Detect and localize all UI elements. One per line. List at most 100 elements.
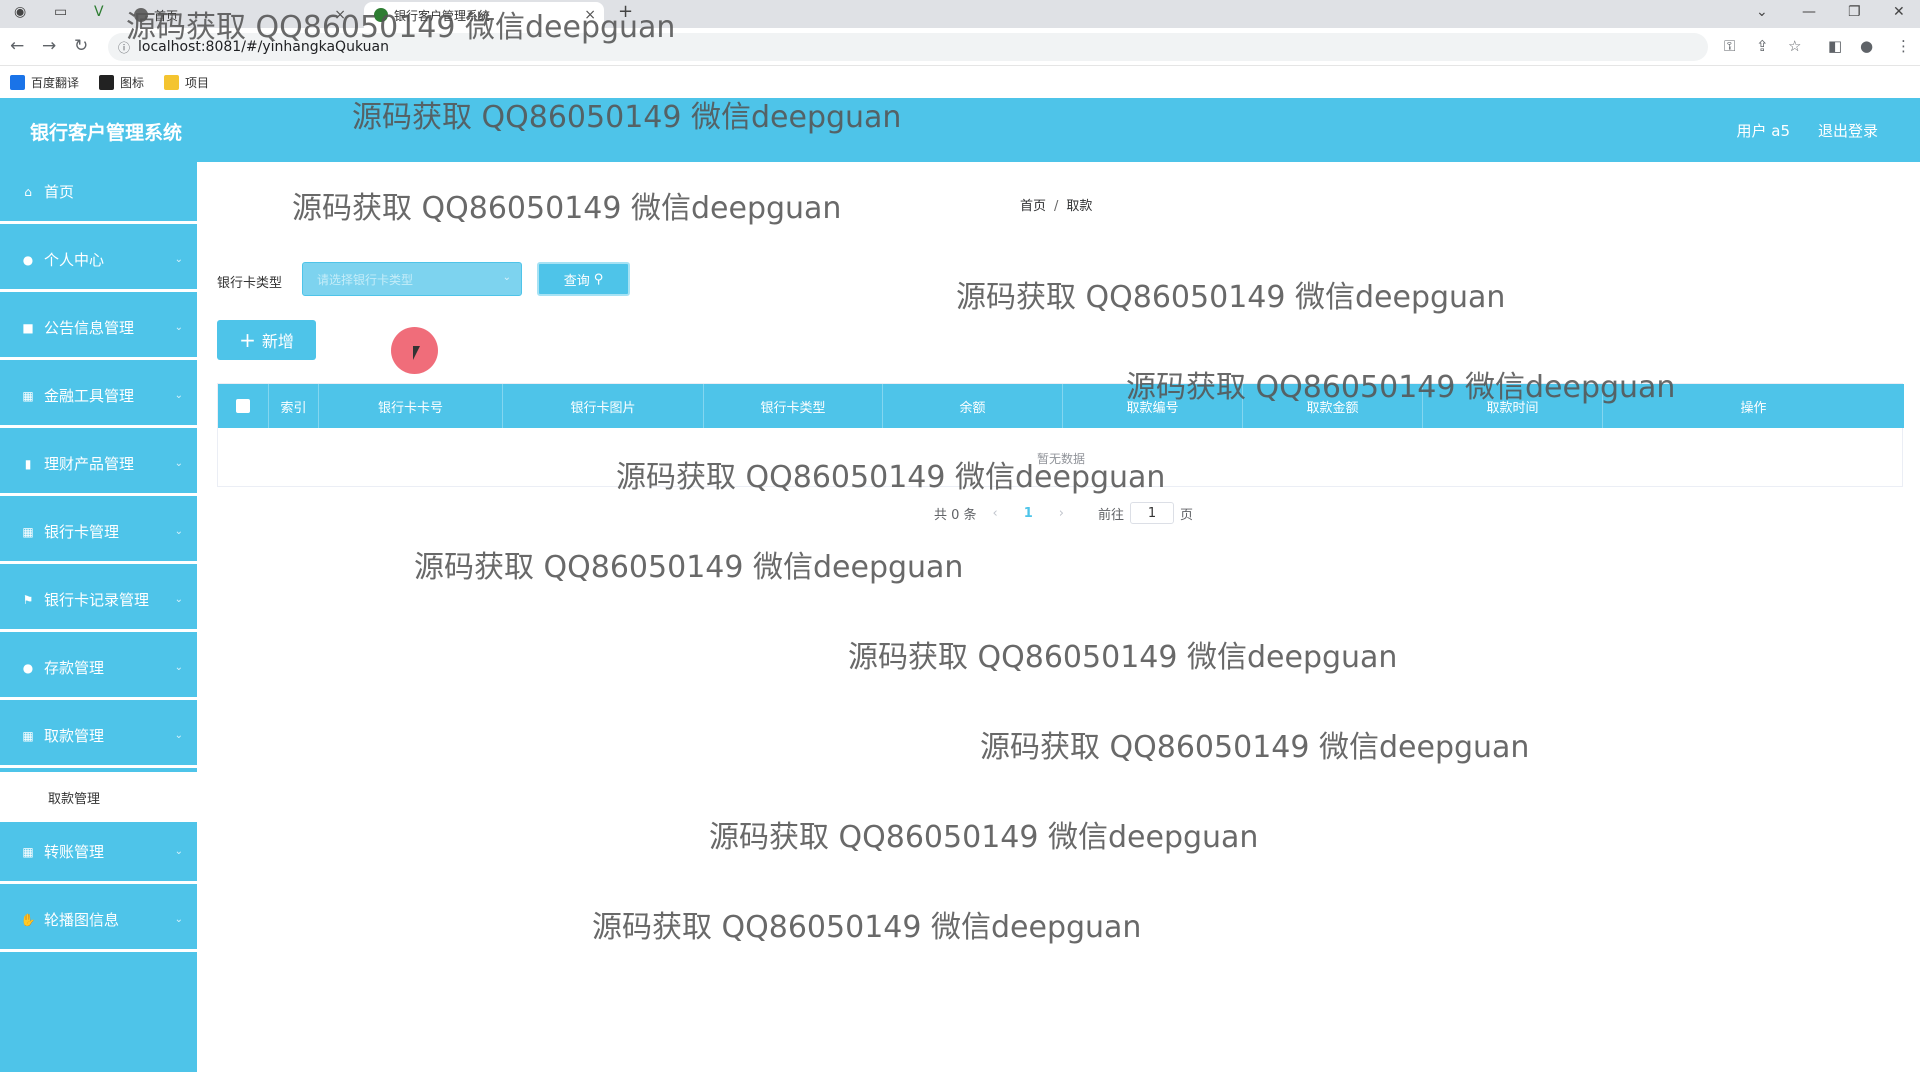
sidebar-item-personal-center[interactable]: ● 个人中心 ⌄ — [0, 230, 197, 292]
watermark-text: 源码获取 QQ86050149 微信deepguan — [956, 280, 1506, 315]
checkbox[interactable] — [236, 399, 250, 413]
bookmark-baidu-translate[interactable]: 百度翻译 — [10, 74, 79, 91]
vue-icon[interactable]: V — [94, 4, 104, 20]
watermark-text: 源码获取 QQ86050149 微信deepguan — [980, 730, 1530, 765]
sidebar-item-carousel[interactable]: ✋ 轮播图信息 ⌄ — [0, 890, 197, 952]
more-menu-icon[interactable]: ⋮ — [1896, 37, 1911, 55]
column-header: 银行卡类型 — [704, 384, 883, 428]
goto-page-input[interactable]: 1 — [1130, 502, 1175, 524]
plus-icon: + — [239, 328, 256, 352]
watermark-text: 源码获取 QQ86050149 微信deepguan — [709, 820, 1259, 855]
chevron-down-icon: ⌄ — [174, 914, 183, 925]
sidebar-item-wealth-products[interactable]: ▮ 理财产品管理 ⌄ — [0, 434, 197, 496]
back-icon[interactable]: ← — [10, 36, 24, 56]
watermark-text: 源码获取 QQ86050149 微信deepguan — [126, 10, 676, 45]
watermark-text: 源码获取 QQ86050149 微信deepguan — [848, 640, 1398, 675]
breadcrumb: 首页 / 取款 — [1020, 195, 1092, 214]
page-suffix: 页 — [1180, 507, 1194, 523]
translate-icon — [10, 74, 25, 90]
prev-page-icon[interactable]: ‹ — [993, 506, 998, 521]
watermark-text: 源码获取 QQ86050149 微信deepguan — [352, 100, 902, 135]
key-icon[interactable]: ⚿ — [1724, 37, 1735, 55]
sidebar-item-deposit[interactable]: ● 存款管理 ⌄ — [0, 638, 197, 700]
message-icon: ■ — [22, 320, 34, 335]
page-number[interactable]: 1 — [1024, 506, 1033, 521]
folder-icon — [164, 74, 180, 90]
chevron-down-icon: ⌄ — [174, 846, 183, 857]
column-header: 余额 — [883, 384, 1063, 428]
tab-page-icon[interactable]: ▭ — [54, 4, 67, 20]
sidebar-item-withdrawal[interactable]: ▦ 取款管理 ⌄ — [0, 706, 197, 768]
next-page-icon[interactable]: › — [1059, 506, 1064, 521]
app-title: 银行客户管理系统 — [30, 122, 183, 144]
forward-icon[interactable]: → — [42, 36, 56, 56]
watermark-text: 源码获取 QQ86050149 微信deepguan — [592, 910, 1142, 945]
close-window-icon[interactable]: ✕ — [1893, 4, 1905, 20]
watermark-text: 源码获取 QQ86050149 微信deepguan — [292, 191, 842, 226]
bookmark-icons[interactable]: 图标 — [99, 74, 144, 91]
thumb-icon: ✋ — [20, 912, 36, 927]
bank-card-type-label: 银行卡类型 — [217, 276, 283, 291]
column-header: 银行卡卡号 — [319, 384, 503, 428]
bar-chart-icon: ▮ — [24, 456, 32, 471]
sidebar-item-home[interactable]: ⌂ 首页 — [0, 162, 197, 224]
pagination-total: 共 0 条 — [934, 507, 977, 523]
bookmark-project[interactable]: 项目 — [164, 74, 209, 91]
profile-icon[interactable]: ● — [1860, 37, 1873, 55]
grid-icon: ▦ — [22, 728, 34, 743]
sidebar-item-announcement[interactable]: ■ 公告信息管理 ⌄ — [0, 298, 197, 360]
breadcrumb-separator: / — [1054, 199, 1059, 214]
user-icon: ● — [22, 252, 34, 267]
grid-icon: ▦ — [22, 524, 34, 539]
flag-icon: ⚑ — [22, 592, 34, 607]
watermark-text: 源码获取 QQ86050149 微信deepguan — [1126, 370, 1676, 405]
bank-card-type-select[interactable]: 请选择银行卡类型 ⌄ — [302, 262, 522, 296]
sidebar: ⌂ 首页 ● 个人中心 ⌄ ■ 公告信息管理 ⌄ ▦ 金融工具管理 ⌄ ▮ 理财… — [0, 162, 197, 1072]
column-header: 索引 — [269, 384, 319, 428]
query-button[interactable]: 查询 ⚲ — [537, 262, 630, 296]
minimize-icon[interactable]: — — [1802, 4, 1816, 20]
sidebar-item-financial-tools[interactable]: ▦ 金融工具管理 ⌄ — [0, 366, 197, 428]
reload-icon[interactable]: ↻ — [74, 36, 88, 56]
select-all-checkbox-cell[interactable] — [218, 384, 269, 428]
chevron-down-icon: ⌄ — [174, 662, 183, 673]
image-icon — [99, 74, 115, 90]
watermark-text: 源码获取 QQ86050149 微信deepguan — [414, 550, 964, 585]
select-placeholder: 请选择银行卡类型 — [317, 272, 414, 287]
sidebar-item-bank-card-records[interactable]: ⚑ 银行卡记录管理 ⌄ — [0, 570, 197, 632]
chevron-down-icon: ⌄ — [174, 458, 183, 469]
watermark-text: 源码获取 QQ86050149 微信deepguan — [616, 460, 1166, 495]
grid-icon: ▦ — [22, 388, 34, 403]
share-icon[interactable]: ⇪ — [1756, 37, 1769, 55]
breadcrumb-home[interactable]: 首页 — [1020, 199, 1046, 214]
restore-icon[interactable]: ❐ — [1848, 4, 1861, 20]
sidebar-subitem-withdrawal-management[interactable]: 取款管理 — [0, 772, 197, 822]
chevron-down-icon: ⌄ — [174, 730, 183, 741]
mouse-cursor-icon — [413, 346, 420, 360]
add-button[interactable]: + 新增 — [217, 320, 316, 360]
tab-search-icon[interactable]: ⌄ — [1756, 4, 1768, 20]
breadcrumb-current: 取款 — [1066, 199, 1093, 214]
grid-icon: ▦ — [22, 844, 34, 859]
bookmarks-bar: 百度翻译 图标 项目 — [0, 66, 1920, 98]
chevron-down-icon: ⌄ — [174, 390, 183, 401]
app-header: 银行客户管理系统 用户 a5 退出登录 — [0, 98, 1920, 162]
search-icon: ⚲ — [593, 271, 604, 287]
home-icon: ⌂ — [24, 184, 32, 199]
column-header: 银行卡图片 — [503, 384, 704, 428]
sidebar-item-transfer[interactable]: ▦ 转账管理 ⌄ — [0, 822, 197, 884]
chevron-down-icon: ⌄ — [174, 322, 183, 333]
chevron-down-icon: ⌄ — [174, 254, 183, 265]
chevron-down-icon: ⌄ — [174, 594, 183, 605]
sidebar-item-bank-card[interactable]: ▦ 银行卡管理 ⌄ — [0, 502, 197, 564]
chevron-down-icon: ⌄ — [502, 272, 511, 283]
user-icon: ● — [22, 660, 34, 675]
side-panel-icon[interactable]: ◧ — [1828, 37, 1842, 55]
current-user: 用户 a5 — [1736, 122, 1790, 140]
goto-label: 前往 — [1098, 507, 1125, 523]
browser-menu-icon[interactable]: ◉ — [14, 4, 26, 20]
pagination: 共 0 条 ‹ 1 › 前往 1 页 — [934, 502, 1193, 524]
logout-link[interactable]: 退出登录 — [1818, 120, 1878, 141]
chevron-down-icon: ⌄ — [174, 526, 183, 537]
bookmark-star-icon[interactable]: ☆ — [1788, 37, 1801, 55]
